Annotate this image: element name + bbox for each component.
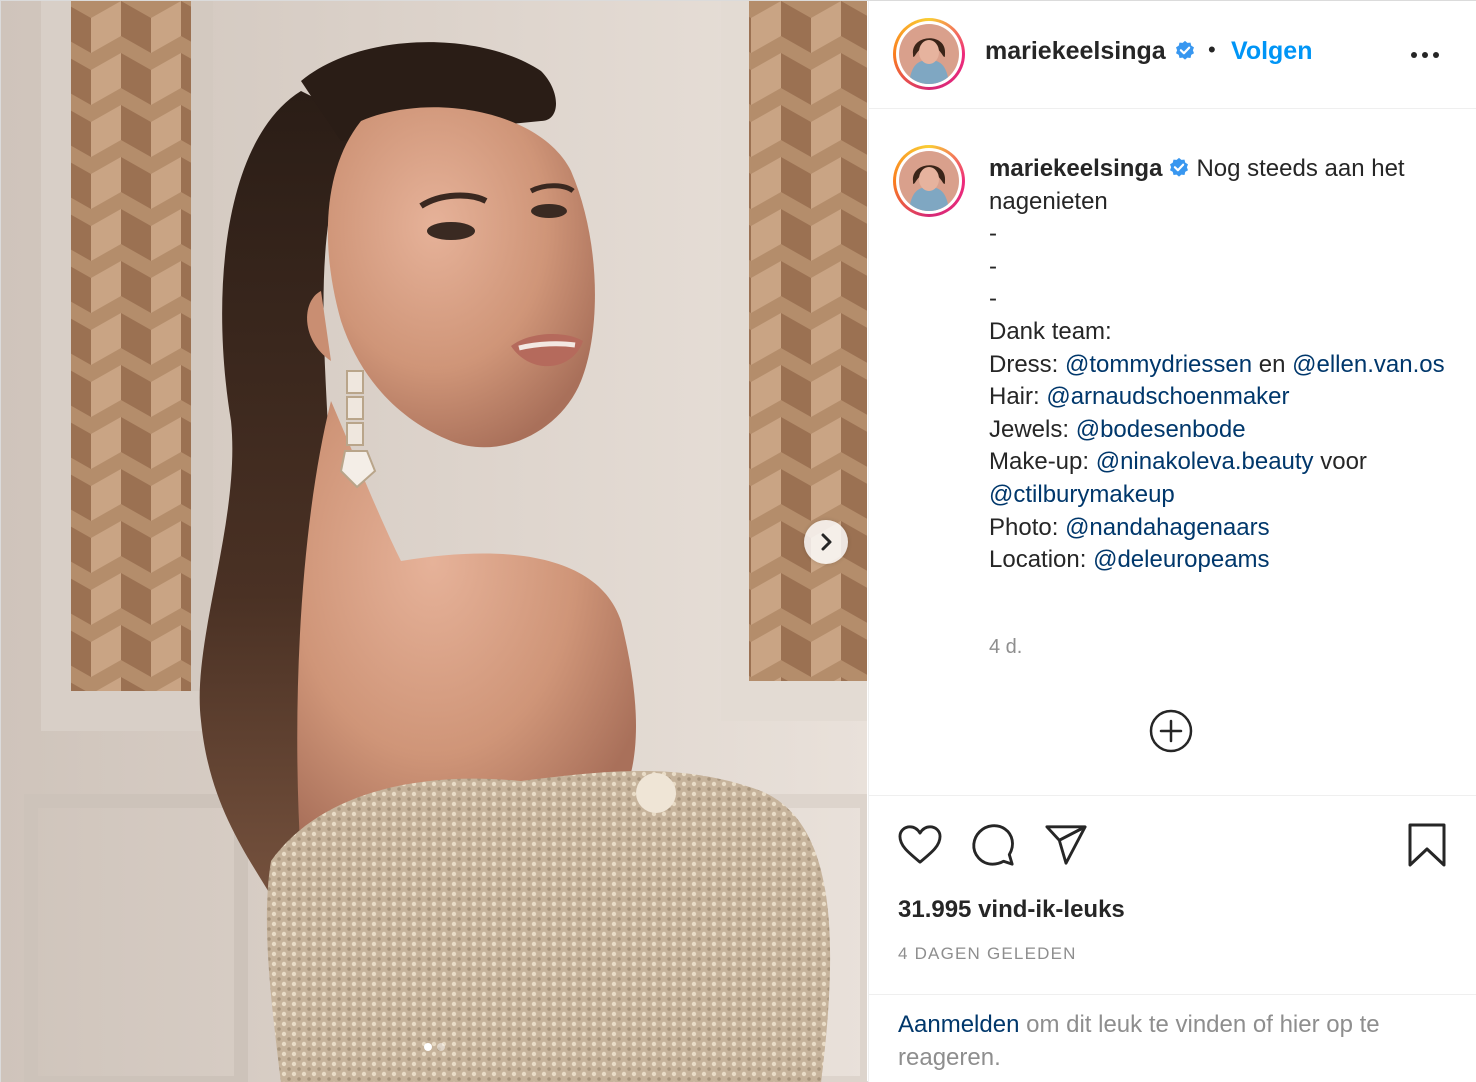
carousel-dot (436, 1043, 445, 1051)
post-actions: 31.995 vind-ik-leuks 4 DAGEN GELEDEN (869, 795, 1476, 995)
chevron-right-icon (821, 533, 832, 551)
heart-icon (898, 825, 942, 864)
verified-badge-icon (1175, 40, 1194, 60)
login-link[interactable]: Aanmelden (898, 1011, 1019, 1038)
avatar-portrait (899, 24, 959, 84)
mention-link[interactable]: @tommydriessen (1065, 351, 1252, 378)
more-options-button[interactable] (1409, 41, 1441, 69)
mention-link[interactable]: @bodesenbode (1076, 416, 1246, 443)
caption-hair-line: Hair: @arnaudschoenmaker (989, 383, 1290, 411)
mention-link[interactable]: @deleuropeams (1093, 546, 1269, 573)
caption-photo-line: Photo: @nandahagenaars (989, 513, 1270, 541)
follow-button[interactable]: Volgen (1231, 37, 1312, 66)
caption-makeup-line: Make-up: @ninakoleva.beauty voor @ctilbu… (989, 448, 1367, 508)
post-media[interactable] (1, 1, 867, 1082)
likes-count[interactable]: 31.995 vind-ik-leuks (898, 896, 1125, 924)
load-more-comments-button[interactable] (1147, 707, 1195, 755)
caption-area: mariekeelsinga Nog steeds aan het nageni… (869, 110, 1476, 794)
caption-username[interactable]: mariekeelsinga (989, 155, 1162, 182)
caption-dash: - (989, 252, 997, 280)
mention-link[interactable]: @nandahagenaars (1065, 514, 1270, 541)
header-avatar[interactable] (893, 18, 965, 90)
avatar-portrait (899, 151, 959, 211)
caption-text: mariekeelsinga Nog steeds aan het nageni… (989, 153, 1459, 577)
avatar-image (899, 24, 959, 84)
post-photo (1, 1, 867, 1082)
header-separator: • (1208, 37, 1216, 62)
more-horizontal-icon (1411, 52, 1439, 58)
post-side-panel: mariekeelsinga • Volgen mariekeelsinga N… (868, 1, 1476, 1082)
caption-jewels-line: Jewels: @bodesenbode (989, 415, 1246, 443)
avatar-image (899, 151, 959, 211)
post-header: mariekeelsinga • Volgen (869, 1, 1476, 109)
mention-link[interactable]: @ctilburymakeup (989, 481, 1175, 508)
comment-icon (972, 824, 1014, 866)
post-date[interactable]: 4 DAGEN GELEDEN (898, 944, 1077, 964)
plus-circle-icon (1149, 709, 1193, 753)
carousel-dots (1, 1043, 867, 1051)
like-button[interactable] (895, 820, 945, 870)
header-username[interactable]: mariekeelsinga (985, 37, 1196, 66)
caption-dress-line: Dress: @tommydriessen en @ellen.van.os (989, 350, 1445, 378)
login-prompt-text: Aanmelden om dit leuk te vinden of hier … (898, 1009, 1448, 1074)
bookmark-icon (1408, 823, 1446, 867)
instagram-post: mariekeelsinga • Volgen mariekeelsinga N… (0, 0, 1476, 1082)
mention-link[interactable]: @ellen.van.os (1292, 351, 1444, 378)
caption-location-line: Location: @deleuropeams (989, 546, 1270, 574)
verified-badge-icon (1170, 157, 1189, 177)
carousel-dot-active (423, 1043, 432, 1051)
caption-team-label: Dank team: (989, 317, 1112, 345)
comment-button[interactable] (968, 820, 1018, 870)
paper-plane-icon (1045, 825, 1087, 865)
share-button[interactable] (1041, 820, 1091, 870)
next-slide-button[interactable] (804, 520, 848, 564)
mention-link[interactable]: @ninakoleva.beauty (1096, 448, 1314, 475)
caption-dash: - (989, 285, 997, 313)
caption-time-ago[interactable]: 4 d. (989, 636, 1022, 659)
mention-link[interactable]: @arnaudschoenmaker (1046, 383, 1289, 410)
login-prompt: Aanmelden om dit leuk te vinden of hier … (869, 994, 1476, 1082)
save-button[interactable] (1402, 820, 1452, 870)
caption-avatar[interactable] (893, 145, 965, 217)
caption-dash: - (989, 220, 997, 248)
